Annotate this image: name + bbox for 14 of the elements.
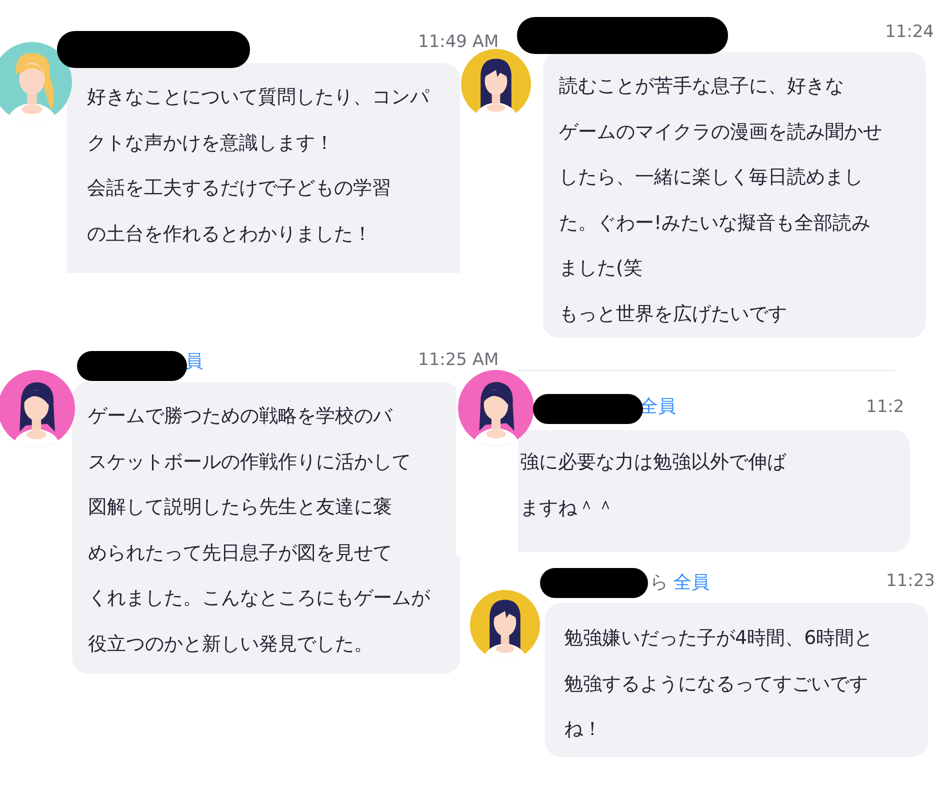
message-text: 勉強嫌いだった子が4時間、6時間と勉強するようになるってすごいですね！ bbox=[564, 626, 874, 742]
message-text: 強に必要な力は勉強以外で伸ばますね＾＾ bbox=[520, 450, 786, 520]
timestamp: 11:2 bbox=[866, 399, 904, 416]
recipient-link[interactable]: 全員 bbox=[640, 396, 676, 417]
timestamp: 11:23 bbox=[886, 573, 935, 590]
message-text: ゲームで勝つための戦略を学校のバスケットボールの作戦作りに活かして図解して説明したら先生と友達に褒められたって先日息子が図を見せてくれました。こんなところにもゲームが役立つのかと新しい発見でした。 bbox=[88, 404, 430, 656]
message-text: 好きなことについて質問したり、コンパクトな声かけを意識します！会話を工夫するだけで子どもの学習の土台を作れるとわかりました！ bbox=[87, 85, 429, 246]
recipient-label: ら bbox=[650, 572, 668, 593]
timestamp: 11:25 AM bbox=[418, 352, 499, 369]
timestamp: 11:24 bbox=[885, 24, 934, 41]
timestamp: 11:49 AM bbox=[418, 34, 499, 51]
message-text: 読むことが苦手な息子に、好きなゲームのマイクラの漫画を読み聞かせしたら、一緒に楽しく毎日読めました。ぐわー!みたいな擬音も全部読みました(笑もっと世界を広げたいです bbox=[559, 74, 882, 326]
recipient-link[interactable]: 全員 bbox=[674, 572, 710, 593]
recipient-link[interactable]: 員 bbox=[185, 351, 203, 372]
